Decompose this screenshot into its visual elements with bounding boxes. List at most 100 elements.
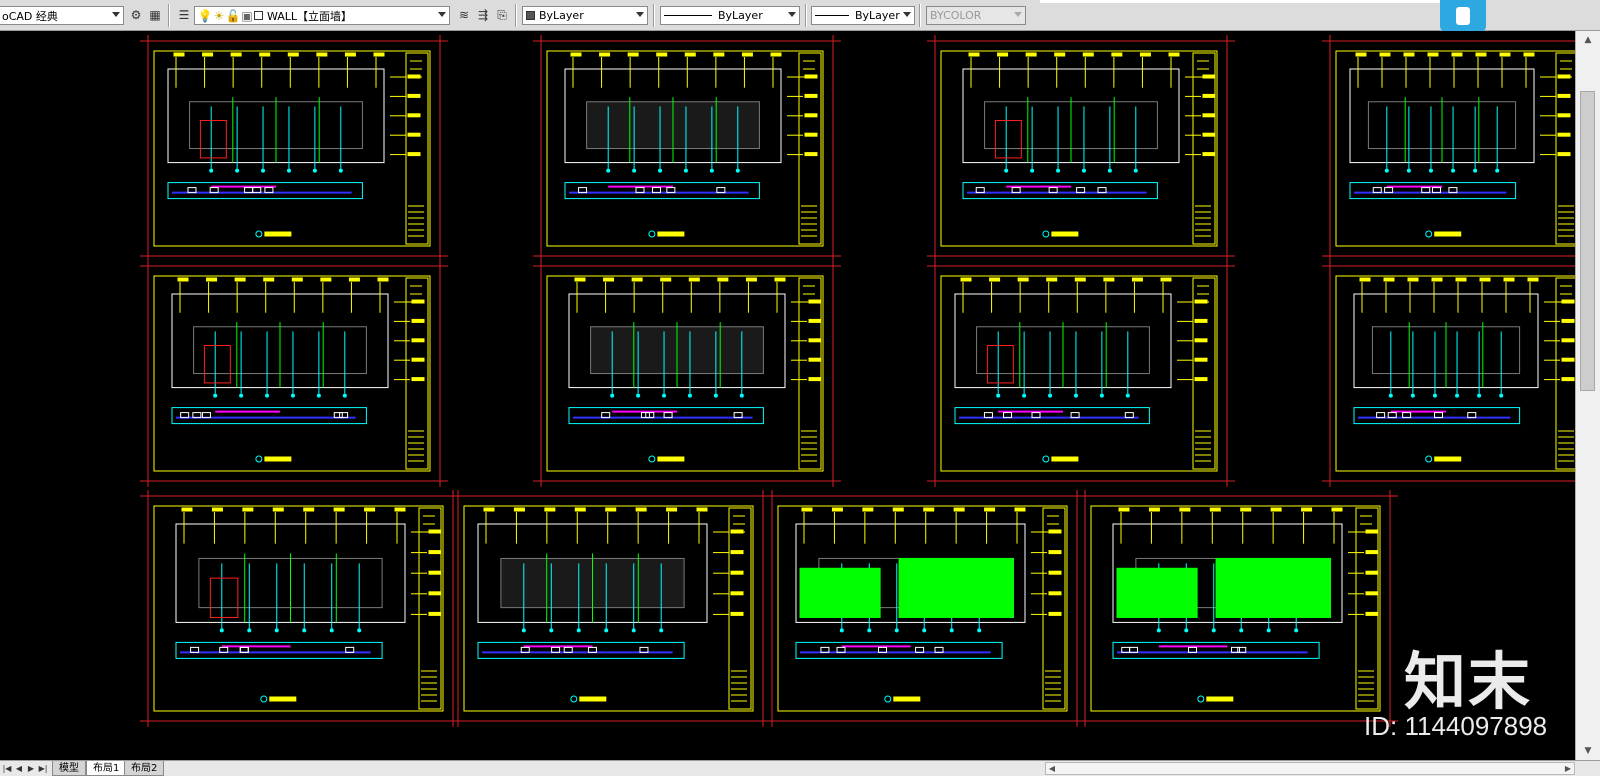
dimension-label (1451, 52, 1463, 57)
callout-marker (1056, 168, 1061, 173)
dimension-label (177, 277, 189, 282)
gear-icon[interactable]: ⚙ (128, 7, 144, 23)
callout-marker (1294, 628, 1299, 633)
callout-marker (658, 168, 663, 173)
workspace-settings-icon[interactable]: ▦ (147, 7, 163, 23)
callout-marker (894, 628, 899, 633)
drawing-canvas[interactable]: 知末 ID: 1144097898 (0, 31, 1575, 760)
tab-model[interactable]: 模型 (52, 761, 86, 776)
callout-marker (1184, 628, 1189, 633)
linetype-preview (664, 15, 712, 16)
dimension-label (263, 277, 275, 282)
layer-previous-icon[interactable]: ⎘ (494, 7, 510, 23)
side-annotation-text (1048, 550, 1062, 555)
dimension-label (1503, 277, 1515, 282)
dimension-label (1209, 507, 1221, 512)
callout-marker (867, 628, 872, 633)
side-annotation-text (1365, 529, 1379, 534)
callout-marker (342, 393, 347, 398)
layer-combo[interactable]: 💡 ☀ 🔓 ▣ WALL【立面墙】 (194, 6, 450, 25)
dimension-label (544, 507, 556, 512)
dimension-label (635, 507, 647, 512)
scroll-up-icon[interactable]: ▲ (1576, 31, 1600, 49)
drawing-sheets (140, 35, 1575, 727)
side-annotation-text (1048, 591, 1062, 596)
scroll-down-icon[interactable]: ▼ (1576, 742, 1600, 760)
side-annotation-text (1048, 570, 1062, 575)
chevron-down-icon (903, 12, 911, 17)
dimension-label (862, 507, 874, 512)
vertical-scroll-thumb[interactable] (1580, 91, 1595, 391)
dimension-label (831, 507, 843, 512)
callout-marker (996, 393, 1001, 398)
side-annotation-text (808, 299, 822, 304)
horizontal-scrollbar[interactable]: ◀ ▶ (1045, 762, 1575, 775)
side-annotation-text (808, 318, 822, 323)
callout-marker (977, 628, 982, 633)
dimension-label (1054, 52, 1066, 57)
dimension-label (1403, 52, 1415, 57)
layer-manager-icon[interactable]: ☰ (176, 7, 192, 23)
dimension-label (770, 52, 782, 57)
side-annotation-text (1561, 299, 1575, 304)
dimension-label (892, 507, 904, 512)
green-hatch (1116, 567, 1198, 618)
lineweight-combo[interactable]: ByLayer (811, 6, 915, 25)
sheet-border (153, 505, 444, 712)
tab-layout1[interactable]: 布局1 (86, 761, 127, 776)
vertical-scrollbar[interactable]: ▲ ▼ (1575, 31, 1600, 760)
callout-marker (338, 168, 343, 173)
side-annotation-text (808, 338, 822, 343)
next-tab-icon[interactable]: ▶ (26, 763, 36, 774)
callout-marker (662, 393, 667, 398)
dimension-label (605, 507, 617, 512)
dimension-label (1523, 52, 1535, 57)
dimension-label (364, 507, 376, 512)
floating-app-button[interactable] (1440, 0, 1486, 32)
view-marker (1042, 230, 1050, 238)
callout-marker (1499, 393, 1504, 398)
side-annotation-text (428, 570, 442, 575)
dimension-label (1331, 507, 1343, 512)
side-annotation-text (1202, 93, 1216, 98)
properties-toolbar: oCAD 经典 ⚙ ▦ ☰ 💡 ☀ 🔓 ▣ WALL【立面墙】 ≋ ⇶ ⎘ By… (0, 0, 1600, 31)
dimension-label (1455, 277, 1467, 282)
dimension-label (717, 277, 729, 282)
side-annotation-text (730, 570, 744, 575)
dimension-label (1427, 52, 1439, 57)
linetype-combo[interactable]: ByLayer (660, 6, 800, 25)
dimension-label (344, 52, 356, 57)
make-current-icon[interactable]: ≋ (456, 7, 472, 23)
side-annotation-text (730, 550, 744, 555)
scroll-right-icon[interactable]: ▶ (1562, 763, 1574, 774)
workspace-combo[interactable]: oCAD 经典 (0, 6, 124, 25)
callout-marker (1455, 393, 1460, 398)
callout-marker (610, 393, 615, 398)
callout-marker (1406, 168, 1411, 173)
chevron-down-icon (112, 12, 120, 17)
last-tab-icon[interactable]: ▶| (38, 763, 48, 774)
callout-marker (1022, 393, 1027, 398)
view-marker (648, 455, 656, 463)
prev-tab-icon[interactable]: ◀ (14, 763, 24, 774)
dimension-label (1407, 277, 1419, 282)
plan-section (1112, 641, 1320, 659)
view-marker (255, 455, 263, 463)
dimension-label (1082, 52, 1094, 57)
callout-marker (1125, 393, 1130, 398)
dimension-label (960, 277, 972, 282)
scroll-left-icon[interactable]: ◀ (1046, 763, 1058, 774)
view-marker (1425, 230, 1433, 238)
match-icon[interactable]: ⇶ (475, 7, 491, 23)
title-block (1192, 277, 1216, 470)
dimension-label (259, 52, 271, 57)
side-annotation-text (1561, 357, 1575, 362)
side-annotation-text (1561, 377, 1575, 382)
view-title (264, 456, 292, 462)
callout-marker (261, 168, 266, 173)
tab-layout2[interactable]: 布局2 (124, 761, 165, 776)
first-tab-icon[interactable]: |◀ (2, 763, 12, 774)
chevron-down-icon (1014, 12, 1022, 17)
side-annotation-text (804, 74, 818, 79)
color-combo[interactable]: ByLayer (522, 6, 648, 25)
